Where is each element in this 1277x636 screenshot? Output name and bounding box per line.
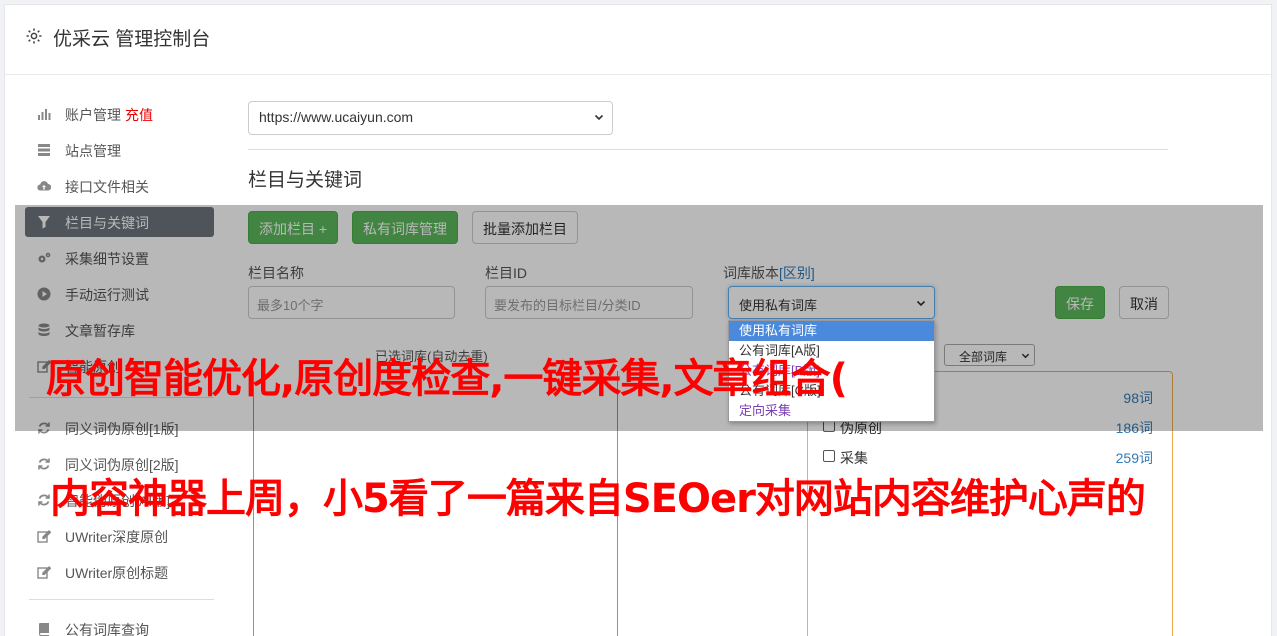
sidebar-item-label: 文章暂存库 [65,323,135,339]
sidebar-item-manual-run[interactable]: 手动运行测试 [25,279,214,309]
console-card: 优采云 管理控制台 账户管理 充值 站点管理 接口文件相关 栏目与关键词 采集细节… [4,4,1272,636]
sidebar-item-uwriter-deep[interactable]: UWriter深度原创 [25,521,214,551]
chevron-down-icon [1021,353,1030,359]
play-icon [37,287,51,301]
sidebar-item-collect-settings[interactable]: 采集细节设置 [25,243,214,273]
lib-checkbox[interactable] [823,450,835,462]
lib-count: 98词 [1123,390,1153,406]
refresh-icon [38,422,50,434]
sidebar-divider [29,599,214,600]
lib-version-value: 使用私有词库 [739,298,818,313]
sidebar-item-label: 采集细节设置 [65,251,149,267]
sidebar-item-label: 栏目与关键词 [65,215,149,231]
cloud-upload-icon [37,181,51,191]
dropdown-option[interactable]: 定向采集 [729,401,934,421]
lib-count: 259词 [1115,450,1153,466]
sidebar-item-uwriter-title[interactable]: UWriter原创标题 [25,557,214,587]
gear-icon [26,28,42,44]
sidebar-item-label: UWriter原创标题 [65,565,169,581]
column-name-label: 栏目名称 [248,265,304,281]
divider [248,149,1168,150]
book-icon [39,623,49,636]
sidebar-item-account[interactable]: 账户管理 充值 [25,99,214,129]
recharge-link[interactable]: 充值 [125,107,153,123]
lib-version-select[interactable]: 使用私有词库 [728,286,935,319]
private-lib-button[interactable]: 私有词库管理 [352,211,458,244]
sidebar-item-article-store[interactable]: 文章暂存库 [25,315,214,345]
column-id-label: 栏目ID [485,265,527,281]
save-button[interactable]: 保存 [1055,286,1105,319]
lib-version-label: 词库版本[区别] [723,265,815,281]
lib-name: 采集 [840,450,868,466]
sidebar-item-public-lib[interactable]: 公有词库查询 [25,614,214,636]
column-id-input[interactable]: 要发布的目标栏目/分类ID [485,286,693,319]
dropdown-option[interactable]: 使用私有词库 [729,321,934,341]
sidebar-item-label: 手动运行测试 [65,287,149,303]
site-select[interactable]: https://www.ucaiyun.com [248,101,613,135]
all-libs-value: 全部词库 [959,350,1008,364]
cancel-button[interactable]: 取消 [1119,286,1169,319]
add-column-button[interactable]: 添加栏目 + [248,211,339,244]
batch-add-button[interactable]: 批量添加栏目 [472,211,578,244]
sidebar-item-label: 接口文件相关 [65,179,149,195]
edit-icon [37,566,51,579]
sidebar-item-interface[interactable]: 接口文件相关 [25,171,214,201]
sidebar-item-label: 同义词伪原创[1版] [65,421,179,437]
sidebar-item-label: 站点管理 [65,143,121,159]
overlay-text-line2: 内容神器上周，小5看了一篇来自SEOer对网站内容维护心声的 [50,476,1146,522]
sidebar-item-sites[interactable]: 站点管理 [25,135,214,165]
cogs-icon [38,252,51,263]
all-libs-select[interactable]: 全部词库 [944,344,1035,366]
bar-chart-icon [38,109,51,120]
sidebar-item-columns[interactable]: 栏目与关键词 [25,207,214,237]
chevron-down-icon [594,114,604,121]
filter-icon [38,216,50,229]
section-title: 栏目与关键词 [248,170,363,191]
refresh-icon [38,494,50,506]
sidebar-item-label: UWriter深度原创 [65,529,169,545]
difference-link[interactable]: [区别] [779,265,815,281]
page-header: 优采云 管理控制台 [5,5,1271,75]
sidebar-item-label: 账户管理 [65,107,121,123]
server-icon [38,144,50,156]
page-title: 优采云 管理控制台 [53,29,211,50]
database-icon [38,323,50,336]
refresh-icon [38,458,50,470]
site-select-value: https://www.ucaiyun.com [259,109,414,125]
sidebar-item-synonym-v1[interactable]: 同义词伪原创[1版] [25,413,214,443]
column-name-input[interactable]: 最多10个字 [248,286,455,319]
edit-icon [37,530,51,543]
lib-count: 186词 [1115,420,1153,436]
overlay-text-line1: 原创智能优化,原创度检查,一键采集,文章组合( [46,356,848,402]
sidebar-item-label: 公有词库查询 [65,622,149,636]
chevron-down-icon [916,300,926,307]
